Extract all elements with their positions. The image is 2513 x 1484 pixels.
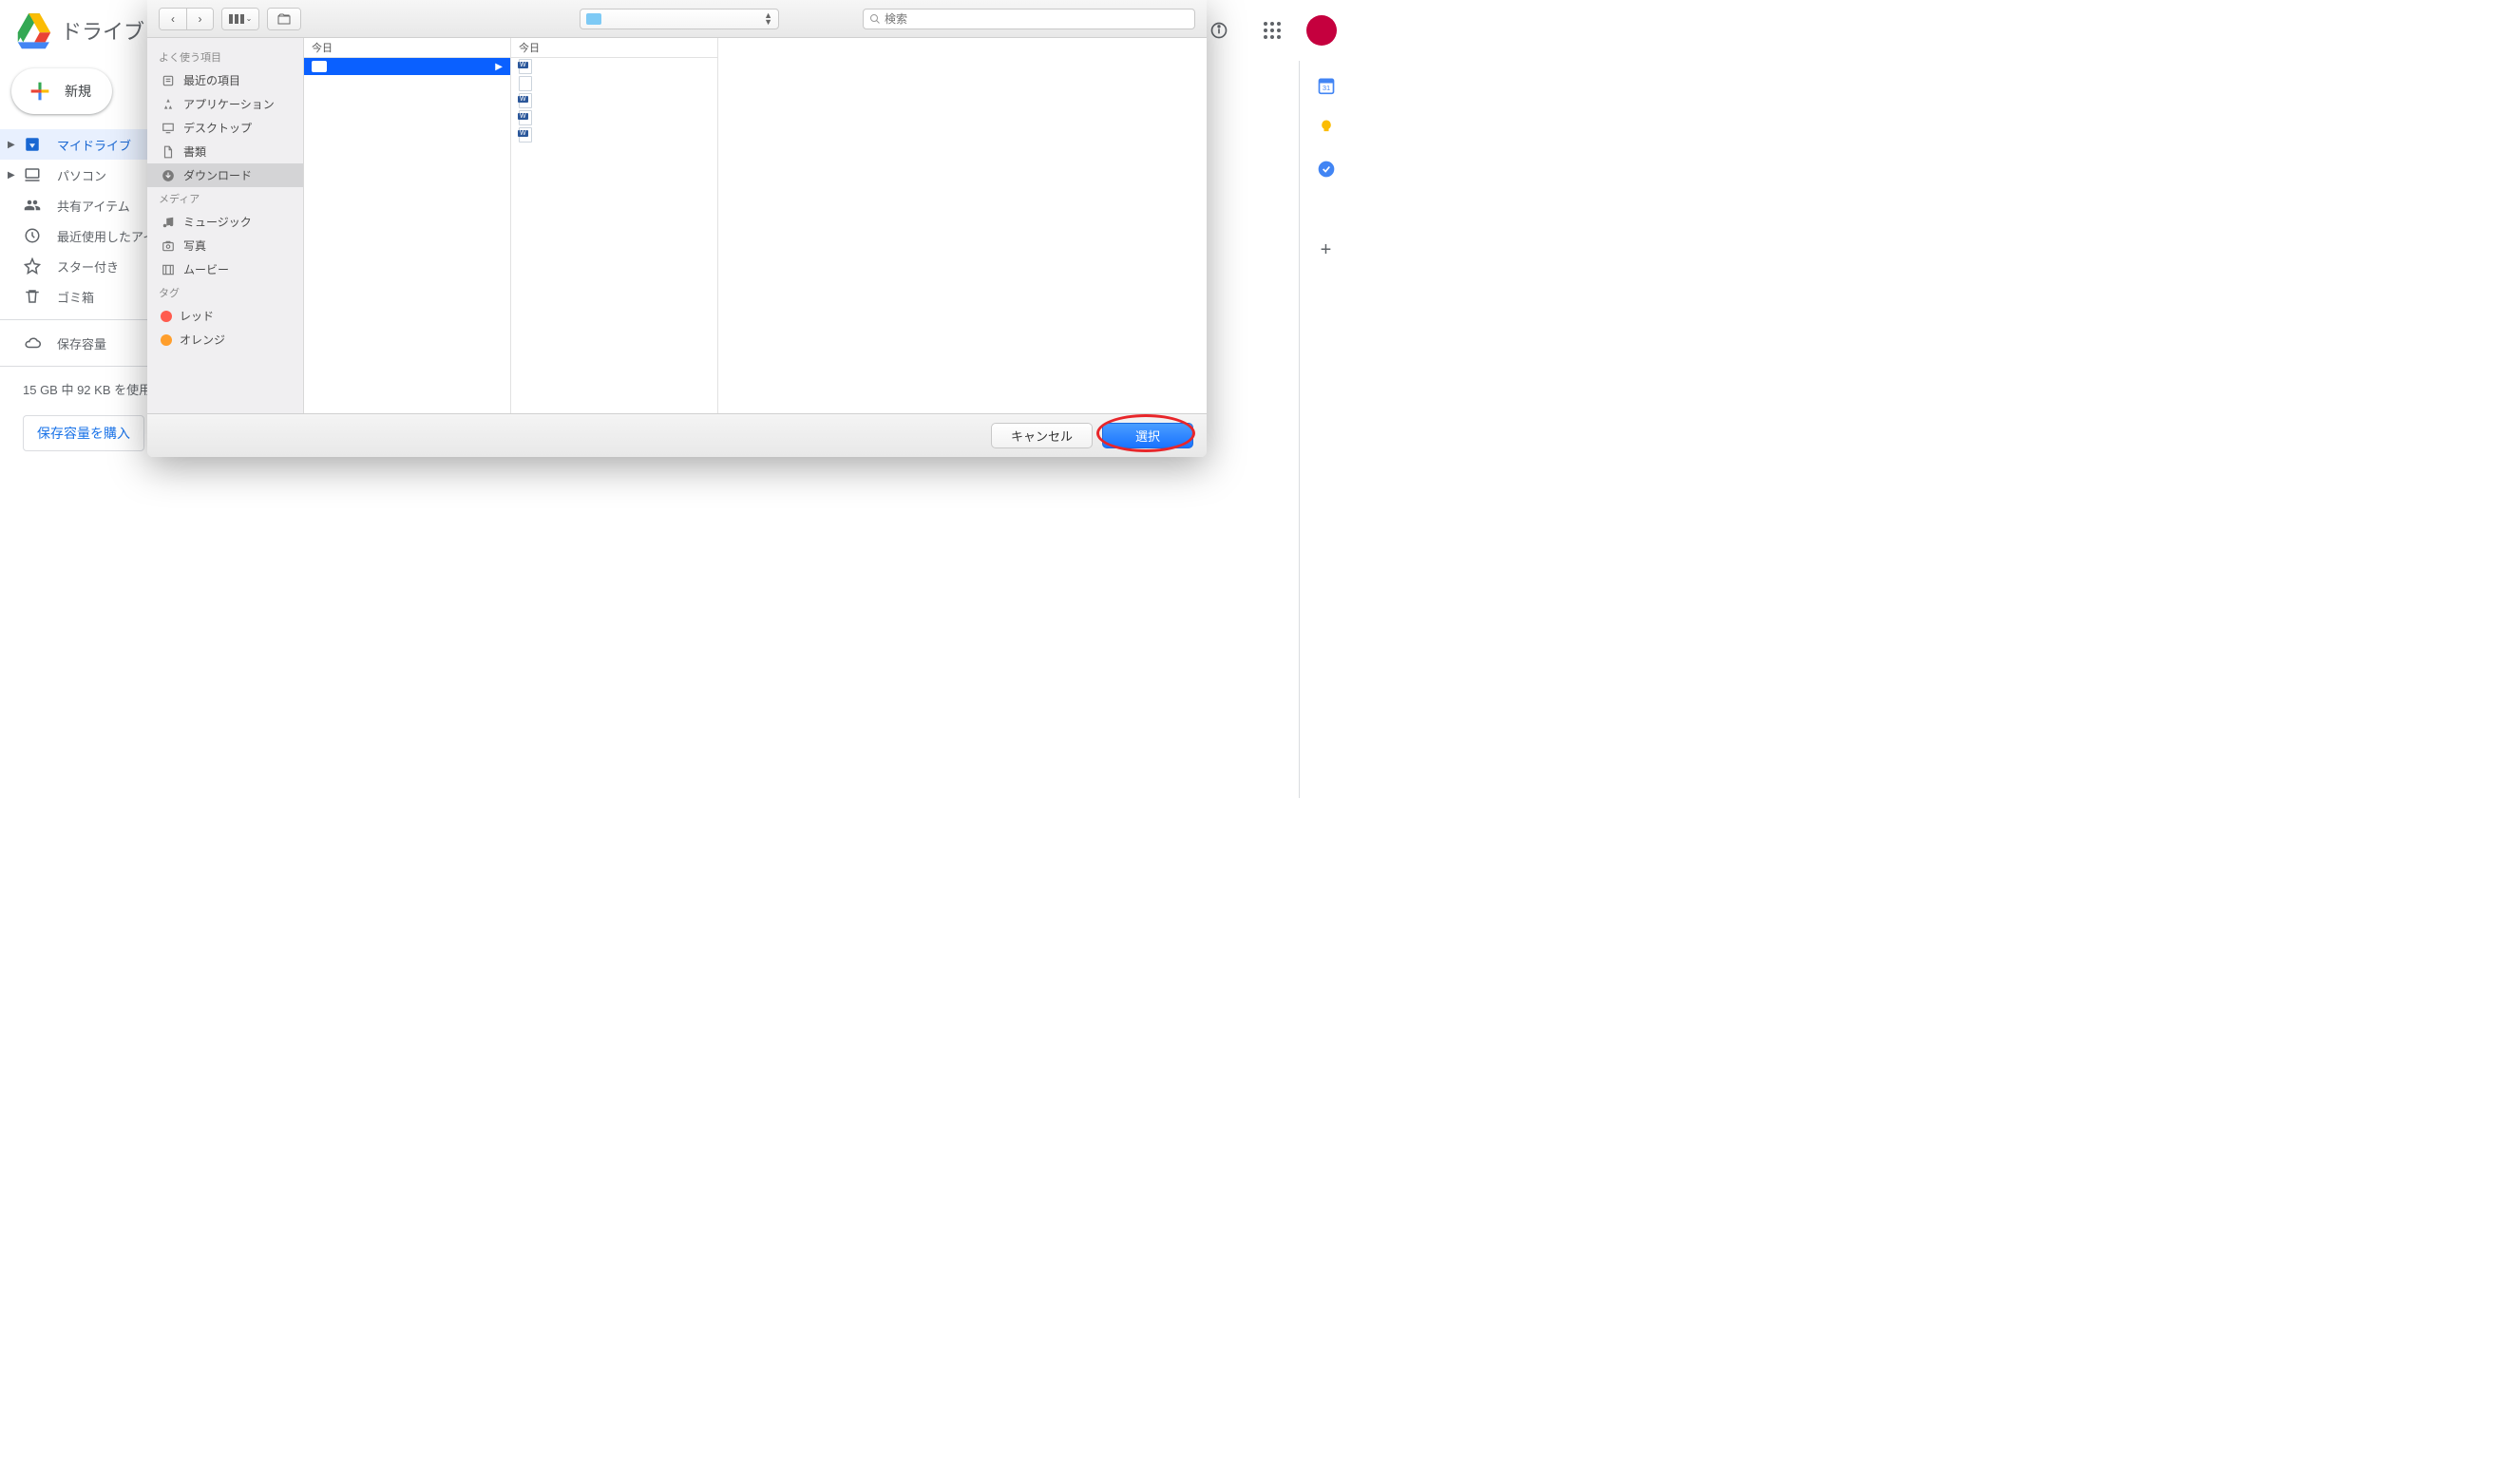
media-header: メディア	[147, 187, 303, 210]
movies-icon	[161, 262, 176, 277]
side-panel: 31 +	[1299, 61, 1352, 798]
sidebar-tag-red[interactable]: レッド	[147, 304, 303, 328]
svg-text:31: 31	[1322, 84, 1329, 92]
sidebar-photos[interactable]: 写真	[147, 234, 303, 257]
drive-logo-icon	[15, 11, 53, 49]
star-icon	[23, 257, 42, 276]
caret-icon: ▶	[8, 140, 15, 150]
search-field[interactable]	[863, 9, 1195, 29]
column-header: 今日	[304, 38, 510, 58]
nav-label: 保存容量	[57, 334, 106, 352]
plus-icon	[27, 78, 53, 105]
applications-icon	[161, 97, 176, 112]
sidebar-recent[interactable]: 最近の項目	[147, 68, 303, 92]
word-doc-icon	[519, 59, 532, 74]
downloads-icon	[161, 168, 176, 183]
cloud-icon	[23, 333, 42, 352]
sidebar-tag-orange[interactable]: オレンジ	[147, 328, 303, 352]
group-button[interactable]	[267, 8, 301, 30]
music-icon	[161, 215, 176, 230]
file-row[interactable]	[511, 92, 717, 109]
drive-title: ドライブ	[61, 15, 144, 46]
nav-label: 共有アイテム	[57, 197, 130, 215]
new-button[interactable]: 新規	[11, 68, 112, 114]
folder-icon	[586, 13, 601, 25]
tag-red-icon	[161, 311, 172, 322]
favorites-header: よく使う項目	[147, 46, 303, 68]
nav-label: ゴミ箱	[57, 288, 94, 306]
column-2: 今日	[511, 38, 718, 413]
sidebar-downloads[interactable]: ダウンロード	[147, 163, 303, 187]
recent-icon	[23, 226, 42, 245]
search-icon	[869, 13, 881, 25]
arrow-icon: ▶	[495, 62, 503, 72]
caret-icon: ▶	[8, 170, 15, 181]
nav-label: パソコン	[57, 166, 106, 184]
trash-icon	[23, 287, 42, 306]
apps-icon[interactable]	[1253, 11, 1291, 49]
mydrive-icon	[23, 135, 42, 154]
doc-icon	[519, 76, 532, 91]
view-buttons: ⌄	[221, 8, 259, 30]
file-picker-dialog: ‹ › ⌄ ▲▼ よく使う項目 最近の	[147, 0, 1207, 457]
folder-path-select[interactable]: ▲▼	[580, 9, 779, 29]
shared-icon	[23, 196, 42, 215]
add-panel-icon[interactable]: +	[1321, 239, 1332, 261]
buy-storage-button[interactable]: 保存容量を購入	[23, 415, 144, 451]
tasks-icon[interactable]	[1317, 160, 1336, 179]
updown-icon: ▲▼	[764, 12, 772, 26]
nav-buttons: ‹ ›	[159, 8, 214, 30]
tag-orange-icon	[161, 334, 172, 346]
choose-button[interactable]: 選択	[1102, 423, 1193, 448]
folder-row[interactable]: ▶	[304, 58, 510, 75]
calendar-icon[interactable]: 31	[1317, 76, 1336, 95]
search-input[interactable]	[885, 12, 1189, 26]
file-row[interactable]	[511, 126, 717, 143]
documents-icon	[161, 144, 176, 160]
folder-icon	[312, 61, 327, 72]
finder-sidebar: よく使う項目 最近の項目 アプリケーション デスクトップ 書類 ダウンロード	[147, 38, 304, 413]
recent-icon	[161, 73, 176, 88]
back-button[interactable]: ‹	[160, 9, 186, 29]
photos-icon	[161, 238, 176, 254]
sidebar-documents[interactable]: 書類	[147, 140, 303, 163]
file-row[interactable]	[511, 109, 717, 126]
sidebar-movies[interactable]: ムービー	[147, 257, 303, 281]
finder-toolbar: ‹ › ⌄ ▲▼	[147, 0, 1207, 38]
word-doc-icon	[519, 93, 532, 108]
column-1: 今日 ▶	[304, 38, 511, 413]
file-row[interactable]	[511, 58, 717, 75]
account-avatar[interactable]	[1306, 15, 1337, 46]
forward-button[interactable]: ›	[186, 9, 213, 29]
computers-icon	[23, 165, 42, 184]
column-view-button[interactable]: ⌄	[222, 9, 258, 29]
finder-footer: キャンセル 選択	[147, 413, 1207, 457]
finder-columns: 今日 ▶ 今日	[304, 38, 1207, 413]
file-row[interactable]	[511, 75, 717, 92]
column-3	[718, 38, 1207, 413]
word-doc-icon	[519, 110, 532, 125]
sidebar-desktop[interactable]: デスクトップ	[147, 116, 303, 140]
nav-label: マイドライブ	[57, 136, 131, 154]
sidebar-music[interactable]: ミュージック	[147, 210, 303, 234]
column-header: 今日	[511, 38, 717, 58]
desktop-icon	[161, 121, 176, 136]
sidebar-applications[interactable]: アプリケーション	[147, 92, 303, 116]
word-doc-icon	[519, 127, 532, 143]
keep-icon[interactable]	[1317, 118, 1336, 137]
nav-label: スター付き	[57, 257, 119, 276]
cancel-button[interactable]: キャンセル	[991, 423, 1093, 448]
tags-header: タグ	[147, 281, 303, 304]
drive-logo[interactable]: ドライブ	[15, 11, 144, 49]
new-button-label: 新規	[65, 82, 91, 101]
